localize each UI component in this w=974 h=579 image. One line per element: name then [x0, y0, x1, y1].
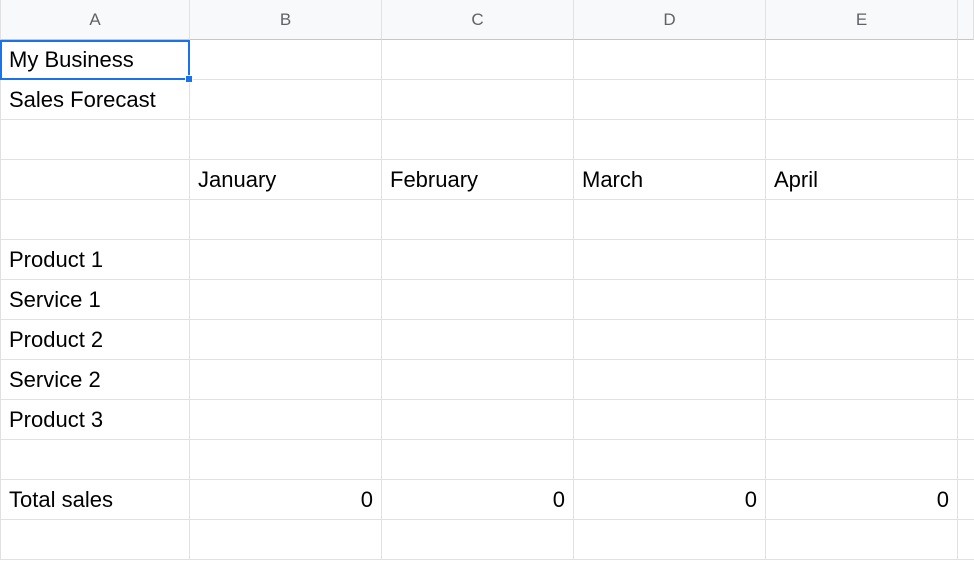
cell[interactable]: [574, 360, 766, 400]
cell[interactable]: [190, 320, 382, 360]
cell[interactable]: [766, 240, 958, 280]
cell[interactable]: [574, 40, 766, 80]
cell[interactable]: [574, 120, 766, 160]
cell[interactable]: [574, 80, 766, 120]
cell[interactable]: [382, 440, 574, 480]
cell[interactable]: [766, 400, 958, 440]
cell[interactable]: [766, 360, 958, 400]
cell[interactable]: [766, 320, 958, 360]
cell[interactable]: [190, 80, 382, 120]
cell[interactable]: [766, 440, 958, 480]
cell[interactable]: [766, 520, 958, 560]
cell[interactable]: [382, 240, 574, 280]
column-header[interactable]: E: [766, 0, 958, 40]
cell[interactable]: February: [382, 160, 574, 200]
cell[interactable]: [958, 360, 974, 400]
cell[interactable]: [958, 320, 974, 360]
cell[interactable]: [190, 520, 382, 560]
cell[interactable]: [574, 280, 766, 320]
cell[interactable]: [0, 160, 190, 200]
cell[interactable]: [958, 440, 974, 480]
cell[interactable]: [382, 520, 574, 560]
column-header[interactable]: A: [0, 0, 190, 40]
cell[interactable]: [958, 40, 974, 80]
cell[interactable]: [766, 280, 958, 320]
cell[interactable]: Total sales: [0, 480, 190, 520]
column-header[interactable]: B: [190, 0, 382, 40]
cell[interactable]: [574, 520, 766, 560]
cell[interactable]: [958, 400, 974, 440]
cell[interactable]: [382, 360, 574, 400]
cell[interactable]: Service 1: [0, 280, 190, 320]
cell[interactable]: [574, 320, 766, 360]
cell[interactable]: [382, 80, 574, 120]
cell[interactable]: [766, 120, 958, 160]
cell[interactable]: [190, 280, 382, 320]
cell[interactable]: [958, 160, 974, 200]
cell[interactable]: [958, 240, 974, 280]
cell[interactable]: [958, 480, 974, 520]
cell[interactable]: [382, 280, 574, 320]
cell[interactable]: [382, 400, 574, 440]
cell[interactable]: [382, 200, 574, 240]
cell[interactable]: 0: [766, 480, 958, 520]
cell[interactable]: [190, 120, 382, 160]
cell[interactable]: [574, 200, 766, 240]
cell[interactable]: [574, 440, 766, 480]
cell[interactable]: April: [766, 160, 958, 200]
cell[interactable]: [0, 200, 190, 240]
cell[interactable]: [190, 40, 382, 80]
cell[interactable]: [766, 40, 958, 80]
cell[interactable]: [0, 520, 190, 560]
cell[interactable]: [382, 120, 574, 160]
spreadsheet-grid[interactable]: ABCDE My BusinessSales ForecastJanuaryFeb…: [0, 0, 974, 560]
cell[interactable]: 0: [382, 480, 574, 520]
column-header[interactable]: D: [574, 0, 766, 40]
cell[interactable]: [958, 120, 974, 160]
cell[interactable]: [958, 200, 974, 240]
cell[interactable]: [574, 400, 766, 440]
cell[interactable]: Service 2: [0, 360, 190, 400]
cell[interactable]: 0: [190, 480, 382, 520]
cell[interactable]: [190, 240, 382, 280]
cell[interactable]: [958, 520, 974, 560]
cell[interactable]: [958, 80, 974, 120]
cell[interactable]: [190, 360, 382, 400]
cell[interactable]: [190, 440, 382, 480]
cell[interactable]: [766, 80, 958, 120]
cell[interactable]: 0: [574, 480, 766, 520]
cell[interactable]: My Business: [0, 40, 190, 80]
cell[interactable]: Product 3: [0, 400, 190, 440]
cell[interactable]: [0, 440, 190, 480]
cell[interactable]: [574, 240, 766, 280]
cell[interactable]: [382, 40, 574, 80]
cell[interactable]: Product 1: [0, 240, 190, 280]
cell[interactable]: [190, 200, 382, 240]
column-header[interactable]: [958, 0, 974, 40]
cell[interactable]: [0, 120, 190, 160]
cell[interactable]: [382, 320, 574, 360]
cell[interactable]: [958, 280, 974, 320]
cell[interactable]: Product 2: [0, 320, 190, 360]
cell[interactable]: March: [574, 160, 766, 200]
cell[interactable]: [766, 200, 958, 240]
cell[interactable]: [190, 400, 382, 440]
column-header[interactable]: C: [382, 0, 574, 40]
cell[interactable]: January: [190, 160, 382, 200]
cell[interactable]: Sales Forecast: [0, 80, 190, 120]
